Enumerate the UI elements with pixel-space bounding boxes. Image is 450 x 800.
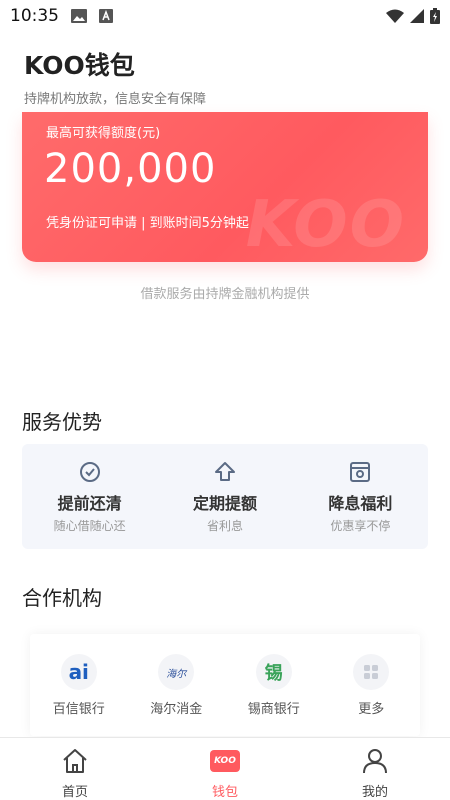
partners-title: 合作机构 — [22, 586, 102, 610]
partners-panel: ai 百信银行 海尔 海尔消金 锡 锡商银行 更多 — [30, 634, 420, 736]
advantage-title: 定期提额 — [192, 494, 257, 513]
koo-watermark: KOO — [245, 188, 406, 262]
app-subtitle: 持牌机构放款，信息安全有保障 — [24, 92, 207, 107]
home-icon — [60, 746, 90, 776]
advantage-sub: 随心借随心还 — [53, 519, 126, 533]
advantage-sub: 省利息 — [206, 519, 243, 533]
more-grid-icon — [353, 654, 390, 690]
image-notification-icon — [71, 9, 87, 23]
a-notification-icon — [99, 9, 113, 23]
advantage-item-raise-limit: 定期提额 省利息 — [157, 444, 292, 549]
advantage-item-rate-cut: 降息福利 优惠享不停 — [293, 444, 428, 549]
advantage-sub: 优惠享不停 — [330, 519, 391, 533]
tab-label: 钱包 — [211, 785, 238, 800]
status-right — [386, 8, 440, 24]
partner-item-haier[interactable]: 海尔 海尔消金 — [128, 634, 226, 736]
partner-name: 锡商银行 — [247, 702, 300, 717]
credit-limit-label: 最高可获得额度(元) — [46, 126, 161, 141]
partner-item-xishang[interactable]: 锡 锡商银行 — [225, 634, 323, 736]
tab-mine[interactable]: 我的 — [300, 738, 450, 800]
status-time: 10:35 — [10, 6, 59, 26]
header: KOO钱包 持牌机构放款，信息安全有保障 — [24, 46, 206, 107]
wallet-badge-text: KOO — [214, 756, 236, 766]
partner-item-more[interactable]: 更多 — [323, 634, 421, 736]
status-left: 10:35 — [10, 6, 113, 26]
credit-limit-note: 凭身份证可申请 | 到账时间5分钟起 — [46, 216, 249, 231]
credit-limit-card[interactable]: KOO 最高可获得额度(元) 200,000 凭身份证可申请 | 到账时间5分钟… — [22, 112, 428, 262]
bottom-tab-bar: 首页 KOO 钱包 我的 — [0, 737, 450, 800]
xishang-bank-logo: 锡 — [255, 654, 292, 690]
arrow-up-icon — [214, 462, 235, 481]
baixin-logo-text: ai — [68, 660, 89, 684]
partner-name: 更多 — [358, 702, 385, 717]
partner-name: 海尔消金 — [150, 702, 203, 717]
tab-label: 首页 — [61, 785, 88, 800]
discount-icon — [350, 462, 371, 482]
advantage-title: 降息福利 — [328, 494, 393, 513]
app-title: KOO钱包 — [24, 51, 135, 80]
advantages-title: 服务优势 — [22, 410, 102, 434]
wallet-koo-icon: KOO — [210, 746, 240, 776]
tab-label: 我的 — [361, 785, 388, 800]
status-bar: 10:35 — [0, 0, 450, 32]
check-circle-icon — [79, 462, 100, 482]
tab-home[interactable]: 首页 — [0, 738, 150, 800]
xishang-logo-text: 锡 — [264, 663, 283, 684]
signal-icon — [410, 9, 424, 23]
partner-name: 百信银行 — [52, 702, 105, 717]
credit-limit-amount: 200,000 — [44, 146, 217, 192]
battery-icon — [430, 8, 440, 24]
haier-finance-logo: 海尔 — [158, 654, 195, 690]
haier-logo-text: 海尔 — [166, 668, 187, 680]
wifi-icon — [386, 9, 404, 23]
advantages-panel: 提前还清 随心借随心还 定期提额 省利息 降息福利 优惠享不停 — [22, 444, 428, 549]
person-icon — [360, 746, 390, 776]
tab-wallet[interactable]: KOO 钱包 — [150, 738, 300, 800]
partner-item-baixin[interactable]: ai 百信银行 — [30, 634, 128, 736]
advantage-item-early-repay: 提前还清 随心借随心还 — [22, 444, 157, 549]
advantage-title: 提前还清 — [57, 494, 122, 513]
baixin-bank-logo: ai — [60, 654, 97, 690]
provider-note: 借款服务由持牌金融机构提供 — [140, 287, 310, 302]
